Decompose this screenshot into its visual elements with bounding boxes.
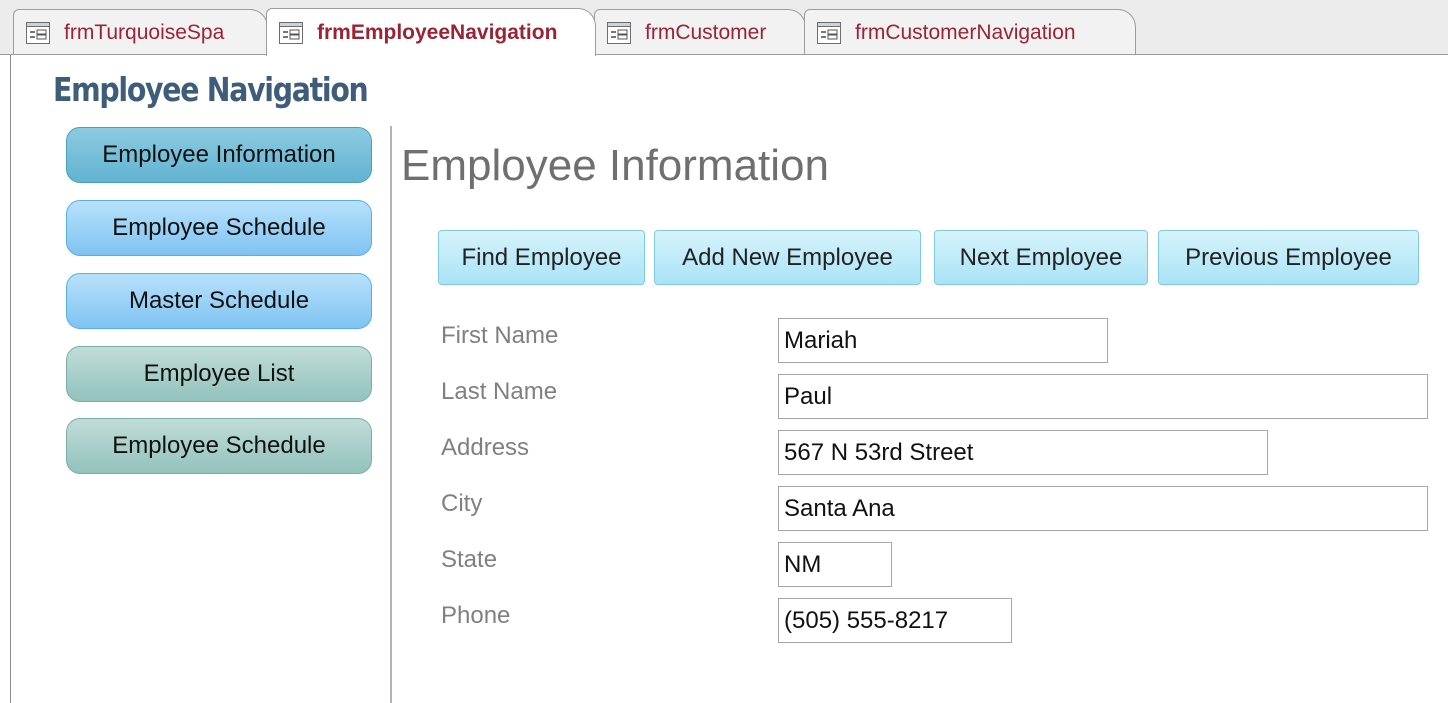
nav-item-employee-information[interactable]: Employee Information [66, 127, 372, 183]
state-label: State [441, 546, 498, 573]
nav-item-employee-schedule-2[interactable]: Employee Schedule [66, 418, 372, 474]
tab-frm-customer[interactable]: frmCustomer [594, 9, 806, 55]
city-label: City [441, 490, 483, 517]
form-icon [279, 21, 303, 44]
address-label: Address [441, 434, 530, 461]
nav-item-employee-list[interactable]: Employee List [66, 346, 372, 402]
find-employee-button[interactable]: Find Employee [438, 230, 645, 285]
last-name-field[interactable] [778, 374, 1428, 419]
document-tab-strip: frmTurquoiseSpa frmEmployeeNavigation fr… [0, 0, 1448, 56]
tab-label: frmTurquoiseSpa [64, 20, 225, 44]
state-field[interactable] [778, 542, 892, 587]
first-name-field[interactable] [778, 318, 1108, 363]
next-employee-button[interactable]: Next Employee [934, 230, 1148, 285]
tab-frm-employee-navigation[interactable]: frmEmployeeNavigation [266, 8, 596, 56]
previous-employee-button[interactable]: Previous Employee [1158, 230, 1419, 285]
phone-field[interactable] [778, 598, 1012, 643]
tab-label: frmCustomer [645, 20, 767, 44]
navigation-title: Employee Navigation [53, 70, 369, 109]
last-name-label: Last Name [441, 378, 558, 405]
tab-strip-border [0, 54, 1448, 55]
form-icon [817, 21, 841, 44]
first-name-label: First Name [441, 322, 559, 349]
tab-frm-customer-navigation[interactable]: frmCustomerNavigation [804, 9, 1136, 55]
tab-label: frmCustomerNavigation [855, 20, 1076, 44]
tab-label: frmEmployeeNavigation [317, 20, 558, 44]
add-new-employee-button[interactable]: Add New Employee [654, 230, 921, 285]
phone-label: Phone [441, 602, 511, 629]
form-left-border [10, 55, 11, 703]
address-field[interactable] [778, 430, 1268, 475]
tab-frm-turquoise-spa[interactable]: frmTurquoiseSpa [13, 9, 268, 55]
nav-item-employee-schedule[interactable]: Employee Schedule [66, 200, 372, 256]
navigation-divider [390, 126, 392, 703]
form-icon [607, 21, 631, 44]
form-icon [26, 21, 50, 44]
page-title: Employee Information [401, 141, 829, 190]
city-field[interactable] [778, 486, 1428, 531]
nav-item-master-schedule[interactable]: Master Schedule [66, 273, 372, 329]
